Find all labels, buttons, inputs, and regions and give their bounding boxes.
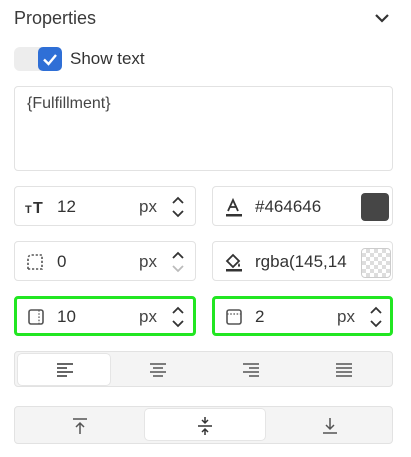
align-top-icon [73, 418, 87, 434]
align-bottom-icon [323, 418, 337, 434]
font-color-swatch[interactable] [361, 193, 389, 221]
font-size-value: 12 [57, 197, 76, 216]
corner-radius-value: 0 [57, 252, 67, 271]
corner-radius-unit: px [139, 252, 157, 271]
align-bottom-button[interactable] [268, 409, 391, 440]
chevron-down-icon[interactable] [372, 10, 392, 26]
check-icon [43, 54, 57, 66]
fill-color-value: rgba(145,14 [255, 252, 347, 271]
svg-text:T: T [33, 200, 43, 217]
fill-color-swatch[interactable] [361, 248, 391, 278]
padding-icon [26, 307, 46, 327]
align-middle-icon [198, 417, 212, 435]
show-text-label: Show text [70, 49, 145, 68]
padding-value: 10 [57, 307, 76, 326]
stepper-icon[interactable] [368, 303, 384, 331]
corner-radius-icon [25, 252, 45, 272]
border-width-unit: px [337, 307, 355, 326]
font-color-value: #464646 [255, 197, 322, 216]
padding-unit: px [139, 307, 157, 326]
stepper-icon[interactable] [170, 248, 186, 276]
border-width-field[interactable]: 2 px [212, 296, 393, 336]
stepper-icon[interactable] [170, 303, 186, 331]
align-left-button[interactable] [18, 354, 110, 385]
align-center-icon [150, 363, 166, 377]
fill-color-field[interactable]: rgba(145,14 [212, 241, 393, 281]
align-center-button[interactable] [111, 354, 203, 385]
text-content-field[interactable]: {Fulfillment} [14, 86, 393, 171]
panel-title: Properties [14, 8, 97, 28]
stepper-icon[interactable] [170, 193, 186, 221]
font-size-unit: px [139, 197, 157, 216]
show-text-checkbox[interactable] [38, 47, 62, 71]
font-size-field[interactable]: TT 12 px [14, 186, 196, 226]
font-color-field[interactable]: #464646 [212, 186, 393, 226]
font-size-icon: TT [25, 197, 45, 217]
vertical-align-control [14, 406, 393, 444]
align-right-button[interactable] [204, 354, 296, 385]
fill-bucket-icon [223, 252, 243, 272]
svg-text:T: T [25, 204, 32, 216]
align-middle-button[interactable] [145, 409, 265, 440]
align-justify-button[interactable] [297, 354, 389, 385]
text-color-icon [223, 197, 243, 217]
corner-radius-field[interactable]: 0 px [14, 241, 196, 281]
horizontal-align-control [14, 351, 393, 387]
padding-field[interactable]: 10 px [14, 296, 196, 336]
border-width-value: 2 [255, 307, 265, 326]
border-icon [224, 307, 244, 327]
align-right-icon [243, 363, 259, 377]
align-left-icon [57, 363, 73, 377]
align-top-button[interactable] [18, 409, 142, 440]
align-justify-icon [336, 363, 352, 377]
